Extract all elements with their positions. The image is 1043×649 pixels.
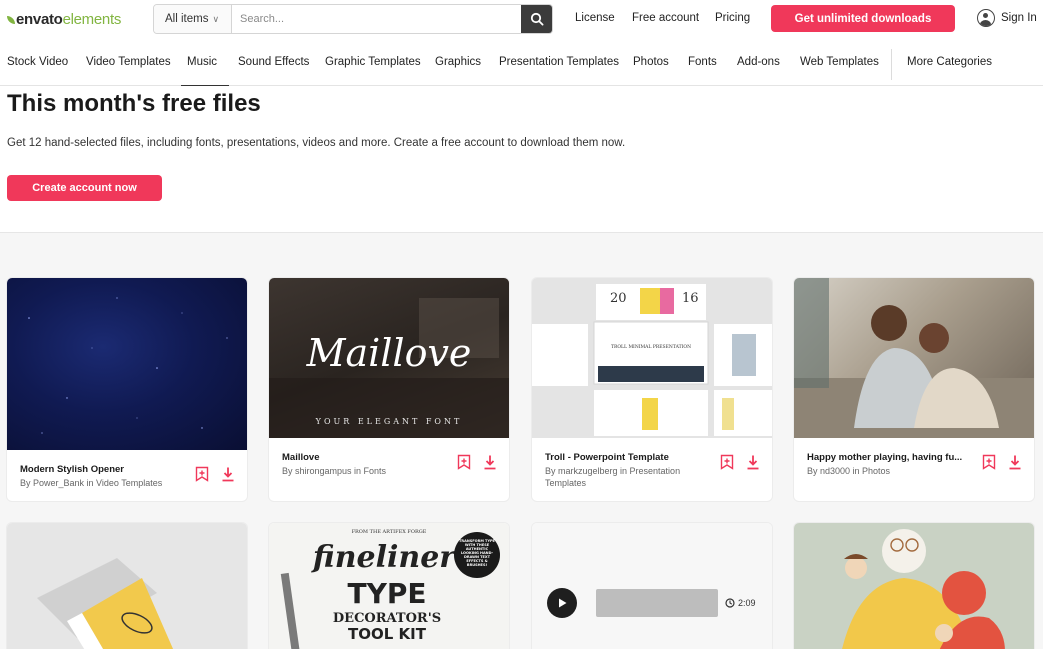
fineliner-type-preview: FROM THE ARTIFEX FORGE fineliner TYPE DE… — [280, 529, 500, 649]
presentation-slides-preview: 20 16 TROLL MINIMAL PRESENTATION — [532, 278, 772, 438]
category-more-categories[interactable]: More Categories — [907, 56, 992, 68]
waveform — [596, 589, 718, 617]
fineliner-toolkit-text: TOOL KIT — [348, 625, 427, 643]
category-nav: Stock Video Video Templates Music Sound … — [0, 44, 1043, 86]
slide-title: TROLL MINIMAL PRESENTATION — [611, 344, 691, 350]
card-meta: By nd3000 in Photos — [807, 466, 891, 476]
audio-duration: 2:09 — [725, 598, 756, 608]
create-account-button[interactable]: Create account now — [7, 175, 162, 201]
category-web-templates[interactable]: Web Templates — [800, 56, 879, 68]
file-card[interactable]: FROM THE ARTIFEX FORGE fineliner TYPE DE… — [269, 523, 509, 649]
search-scope-dropdown[interactable]: All items ∨ — [154, 5, 232, 33]
search-bar: All items ∨ — [153, 4, 553, 34]
search-button[interactable] — [521, 5, 552, 33]
file-card[interactable] — [794, 523, 1034, 649]
category-graphics[interactable]: Graphics — [435, 56, 481, 68]
play-button[interactable] — [547, 588, 577, 618]
audio-duration-label: 2:09 — [738, 598, 756, 608]
book-mockup-image — [37, 558, 174, 649]
bookmark-add-icon[interactable] — [720, 454, 734, 470]
category-add-ons[interactable]: Add-ons — [737, 56, 780, 68]
category-photos[interactable]: Photos — [633, 56, 669, 68]
envato-elements-logo[interactable]: envato elements — [7, 9, 121, 29]
fineliner-badge-text: TRANSFORM TYPE WITH THESE AUTHENTIC LOOK… — [459, 539, 495, 567]
category-stock-video[interactable]: Stock Video — [7, 56, 68, 68]
logo-text-elements: elements — [62, 10, 122, 28]
search-input[interactable] — [232, 5, 521, 33]
user-icon — [977, 9, 995, 27]
category-video-templates[interactable]: Video Templates — [86, 56, 171, 68]
grandma-illustration — [842, 529, 1005, 649]
pricing-link[interactable]: Pricing — [715, 12, 750, 24]
category-music[interactable]: Music — [180, 56, 230, 86]
card-thumbnail[interactable]: FROM THE ARTIFEX FORGE fineliner TYPE DE… — [269, 523, 509, 649]
card-title[interactable]: Modern Stylish Opener — [20, 464, 124, 475]
maillove-font-preview: Maillove YOUR ELEGANT FONT — [269, 298, 509, 438]
file-card[interactable]: Happy mother playing, having fu... By nd… — [794, 278, 1034, 501]
nav-divider — [891, 49, 892, 80]
card-actions — [457, 454, 497, 470]
download-icon[interactable] — [483, 454, 497, 470]
card-thumbnail[interactable] — [7, 278, 247, 450]
card-title[interactable]: Happy mother playing, having fu... — [807, 452, 962, 463]
audio-preview: 2:09 — [532, 523, 772, 649]
card-title[interactable]: Troll - Powerpoint Template — [545, 452, 669, 463]
card-thumbnail[interactable]: 20 16 TROLL MINIMAL PRESENTATION — [532, 278, 772, 438]
play-icon — [559, 598, 567, 608]
search-icon — [530, 12, 544, 26]
card-thumbnail[interactable] — [794, 523, 1034, 649]
fineliner-script-text: fineliner — [311, 540, 457, 575]
file-card[interactable]: 20 16 TROLL MINIMAL PRESENTATION Troll -… — [532, 278, 772, 501]
clock-icon — [725, 598, 735, 608]
card-meta: By Power_Bank in Video Templates — [20, 478, 163, 488]
download-icon[interactable] — [221, 466, 235, 482]
category-graphic-templates[interactable]: Graphic Templates — [325, 56, 421, 68]
hero-description: Get 12 hand-selected files, including fo… — [7, 137, 626, 149]
starfield-image — [28, 297, 228, 434]
download-icon[interactable] — [1008, 454, 1022, 470]
fineliner-decorators-text: DECORATOR'S — [333, 611, 441, 626]
file-card[interactable]: Modern Stylish Opener By Power_Bank in V… — [7, 278, 247, 501]
file-card[interactable] — [7, 523, 247, 649]
license-link[interactable]: License — [575, 12, 615, 24]
free-account-link[interactable]: Free account — [632, 12, 699, 24]
font-preview-text: Maillove — [306, 331, 472, 375]
bookmark-add-icon[interactable] — [195, 466, 209, 482]
search-scope-label: All items — [165, 13, 209, 25]
category-fonts[interactable]: Fonts — [688, 56, 717, 68]
card-meta: By markzugelberg in Presentation Templat… — [545, 466, 681, 488]
card-thumbnail[interactable]: Maillove YOUR ELEGANT FONT — [269, 278, 509, 438]
card-thumbnail[interactable] — [7, 523, 247, 649]
slide-year-left: 20 — [610, 291, 627, 306]
category-sound-effects[interactable]: Sound Effects — [238, 56, 309, 68]
fineliner-top-text: FROM THE ARTIFEX FORGE — [352, 529, 427, 535]
sign-in-label: Sign In — [1001, 12, 1037, 24]
page-title: This month's free files — [7, 90, 261, 117]
category-presentation-templates[interactable]: Presentation Templates — [499, 56, 619, 68]
bookmark-add-icon[interactable] — [982, 454, 996, 470]
mother-child-photo — [794, 278, 1034, 438]
logo-text-envato: envato — [16, 10, 63, 28]
fineliner-type-text: TYPE — [347, 577, 426, 610]
card-actions — [982, 454, 1022, 470]
bookmark-add-icon[interactable] — [457, 454, 471, 470]
download-icon[interactable] — [746, 454, 760, 470]
card-actions — [195, 466, 235, 482]
card-thumbnail[interactable] — [794, 278, 1034, 438]
top-bar: envato elements All items ∨ License Free… — [0, 0, 1043, 38]
sign-in-link[interactable]: Sign In — [977, 9, 1037, 27]
card-title[interactable]: Maillove — [282, 452, 320, 463]
font-preview-subtitle: YOUR ELEGANT FONT — [315, 417, 463, 426]
card-actions — [720, 454, 760, 470]
get-unlimited-downloads-button[interactable]: Get unlimited downloads — [771, 5, 955, 32]
file-card[interactable]: Maillove YOUR ELEGANT FONT Maillove By s… — [269, 278, 509, 501]
leaf-icon — [7, 16, 15, 24]
card-meta: By shirongampus in Fonts — [282, 466, 387, 476]
chevron-down-icon: ∨ — [212, 13, 220, 24]
slide-year-right: 16 — [682, 291, 699, 306]
file-card[interactable]: 2:09 — [532, 523, 772, 649]
